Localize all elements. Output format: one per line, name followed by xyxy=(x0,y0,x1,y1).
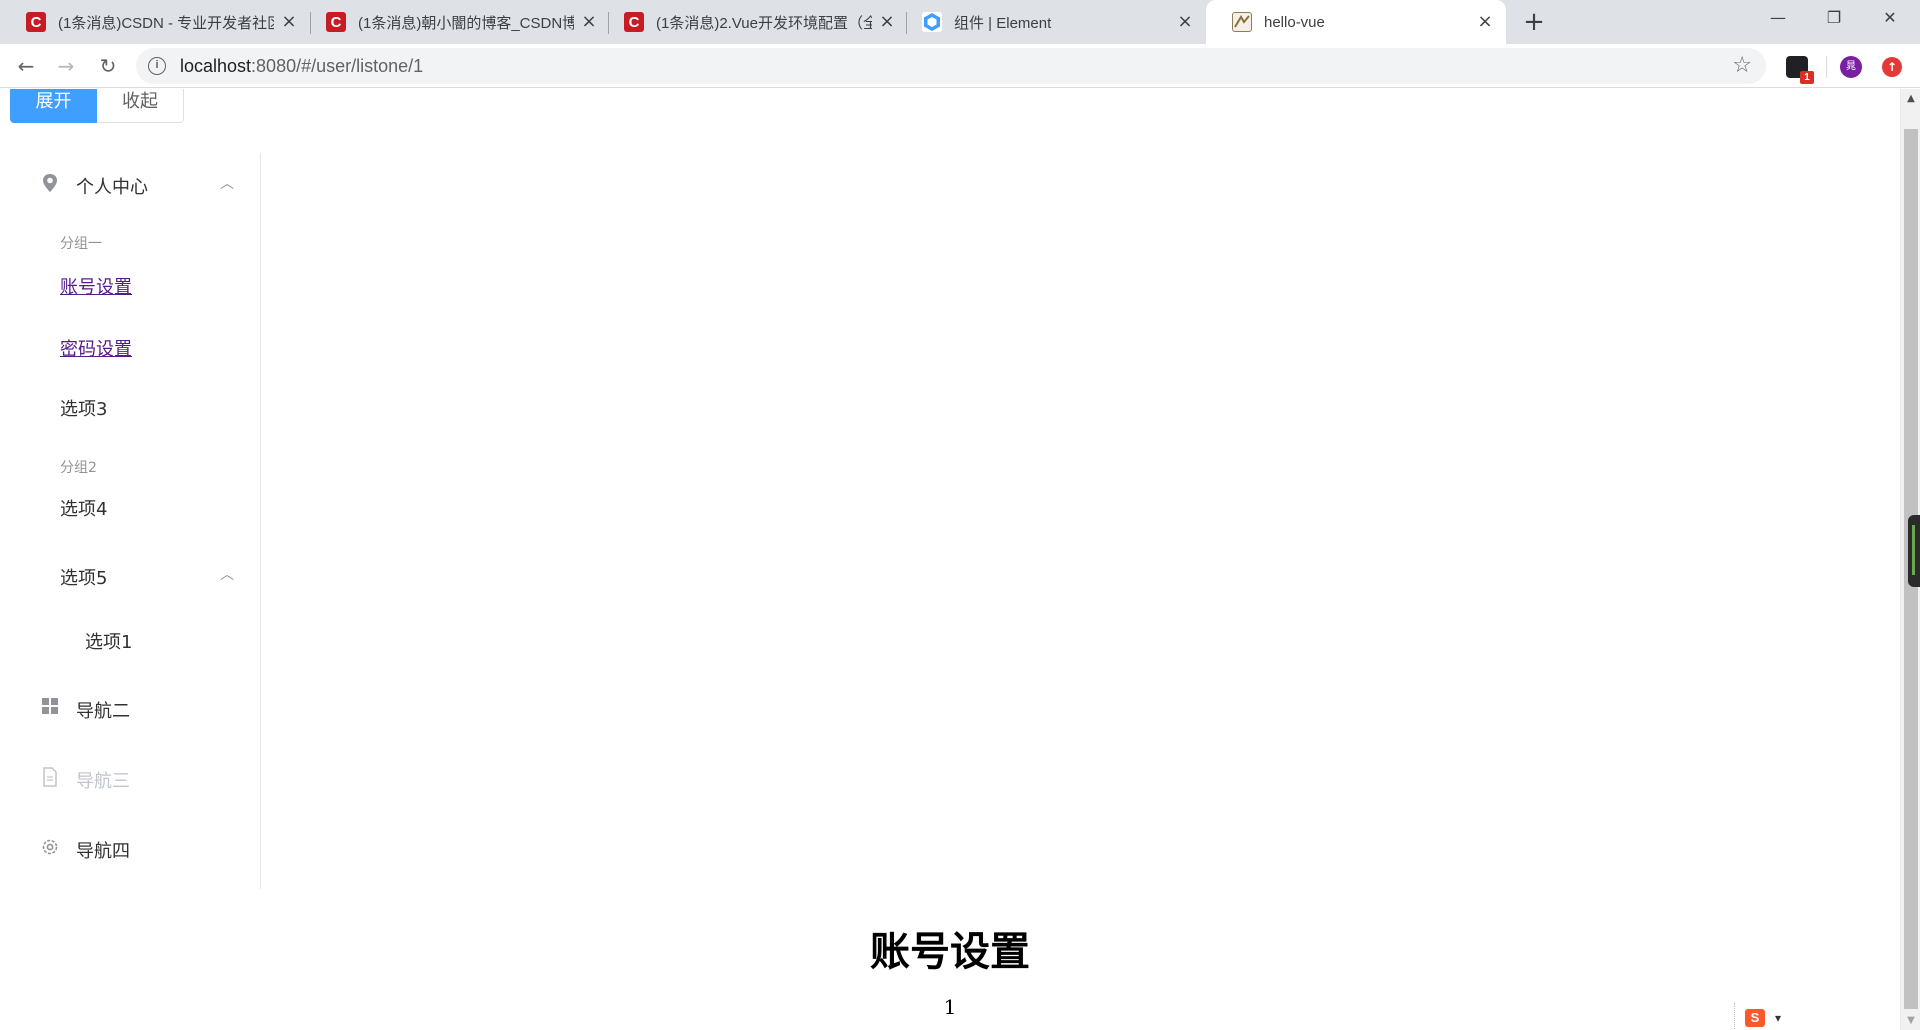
tab-title: (1条消息)朝小闇的博客_CSDN博客 xyxy=(358,14,574,32)
browser-tab-active[interactable]: hello-vue × xyxy=(1206,0,1506,44)
expand-radio-button[interactable]: 展开 xyxy=(10,89,97,123)
csdn-icon: C xyxy=(26,12,46,32)
browser-tab[interactable]: C (1条消息)朝小闇的博客_CSDN博客 × xyxy=(300,0,610,44)
collapse-radio-button[interactable]: 收起 xyxy=(97,89,184,123)
update-icon[interactable]: ↑ xyxy=(1882,57,1902,77)
menu-group-title: 分组一 xyxy=(60,236,102,252)
csdn-icon: C xyxy=(624,12,644,32)
menu-item-password-settings[interactable]: 密码设置 xyxy=(60,335,132,361)
browser-toolbar: ← → ↻ i localhost:8080/#/user/listone/1 … xyxy=(0,44,1920,88)
menu-group-title: 分组2 xyxy=(60,460,97,476)
close-window-button[interactable]: ✕ xyxy=(1862,0,1918,36)
restore-button[interactable]: ❐ xyxy=(1806,0,1862,36)
collapse-radio-group: 展开 收起 xyxy=(10,89,184,123)
browser-tab-strip: C (1条消息)CSDN - 专业开发者社区 × C (1条消息)朝小闇的博客_… xyxy=(0,0,1920,44)
close-icon[interactable]: × xyxy=(280,13,298,31)
close-icon[interactable]: × xyxy=(1476,13,1494,31)
browser-tab[interactable]: 组件 | Element × xyxy=(896,0,1206,44)
tab-title: (1条消息)CSDN - 专业开发者社区 xyxy=(58,14,274,32)
tab-title: hello-vue xyxy=(1264,13,1325,31)
url-path: :8080/#/user/listone/1 xyxy=(251,55,424,76)
submenu-personal-center[interactable]: 个人中心 ︿ xyxy=(0,171,260,211)
close-icon[interactable]: × xyxy=(580,13,598,31)
bookmark-star-icon[interactable]: ☆ xyxy=(1732,53,1752,78)
url-text[interactable]: localhost:8080/#/user/listone/1 xyxy=(180,56,423,77)
browser-tab[interactable]: C (1条消息)CSDN - 专业开发者社区 × xyxy=(0,0,310,44)
side-widget-handle[interactable] xyxy=(1908,515,1920,587)
close-icon[interactable]: × xyxy=(878,13,896,31)
menu-item-option3[interactable]: 选项3 xyxy=(60,395,107,421)
profile-avatar[interactable]: 晁 xyxy=(1840,56,1862,78)
chevron-up-icon: ︿ xyxy=(220,176,234,192)
menu-label: 导航四 xyxy=(76,841,130,862)
settings-gear-icon xyxy=(40,837,60,857)
ime-toolbar[interactable]: S ▾ xyxy=(1734,1003,1790,1030)
close-icon[interactable]: × xyxy=(1176,13,1194,31)
menu-item-account-settings[interactable]: 账号设置 xyxy=(60,273,132,299)
browser-tab[interactable]: C (1条消息)2.Vue开发环境配置（全 × xyxy=(598,0,908,44)
reload-button[interactable]: ↻ xyxy=(94,52,122,80)
chevron-up-icon: ︿ xyxy=(220,567,234,583)
scroll-down-arrow-icon[interactable]: ▼ xyxy=(1901,1015,1920,1026)
menu-item-option5-1[interactable]: 选项1 xyxy=(85,628,132,654)
menu-label: 导航二 xyxy=(76,701,130,722)
location-icon xyxy=(40,173,60,193)
sidebar-menu: 个人中心 ︿ 分组一 账号设置 密码设置 选项3 分组2 选项4 选项5 ︿ 选… xyxy=(0,153,261,889)
sogou-ime-icon[interactable]: S xyxy=(1745,1009,1765,1027)
toolbar-separator xyxy=(1826,56,1827,78)
vue-app-icon xyxy=(1232,12,1252,32)
menu-label: 导航三 xyxy=(76,771,130,792)
element-icon xyxy=(922,12,942,32)
page-viewport: 展开 收起 个人中心 ︿ 分组一 账号设置 密码设置 选项3 分组2 选项4 选… xyxy=(0,89,1900,1030)
document-icon xyxy=(40,767,60,787)
url-host: localhost xyxy=(180,55,252,76)
new-tab-button[interactable]: + xyxy=(1520,8,1548,36)
menu-item-nav4[interactable]: 导航四 xyxy=(0,835,260,865)
csdn-icon: C xyxy=(326,12,346,32)
route-param-value: 1 xyxy=(943,995,957,1019)
address-bar[interactable]: i localhost:8080/#/user/listone/1 ☆ xyxy=(136,48,1766,84)
menu-item-nav3-disabled: 导航三 xyxy=(0,765,260,795)
submenu-label: 个人中心 xyxy=(76,177,148,198)
scroll-up-arrow-icon[interactable]: ▲ xyxy=(1901,93,1920,104)
extension-icon[interactable]: 1 xyxy=(1786,56,1814,84)
back-button[interactable]: ← xyxy=(12,52,40,80)
minimize-button[interactable]: — xyxy=(1750,0,1806,36)
page-heading: 账号设置 xyxy=(870,929,1030,975)
info-icon[interactable]: i xyxy=(148,57,166,75)
tab-title: 组件 | Element xyxy=(954,14,1052,32)
menu-item-nav2[interactable]: 导航二 xyxy=(0,695,260,725)
submenu-option5[interactable]: 选项5 xyxy=(60,564,107,590)
menu-item-option4[interactable]: 选项4 xyxy=(60,495,107,521)
tab-title: (1条消息)2.Vue开发环境配置（全 xyxy=(656,14,872,32)
grid-menu-icon xyxy=(40,697,60,717)
submenu-option5-arrow-wrap: ︿ xyxy=(0,564,260,588)
extension-badge: 1 xyxy=(1800,71,1814,84)
forward-button[interactable]: → xyxy=(52,52,80,80)
chevron-down-icon[interactable]: ▾ xyxy=(1775,1011,1781,1025)
